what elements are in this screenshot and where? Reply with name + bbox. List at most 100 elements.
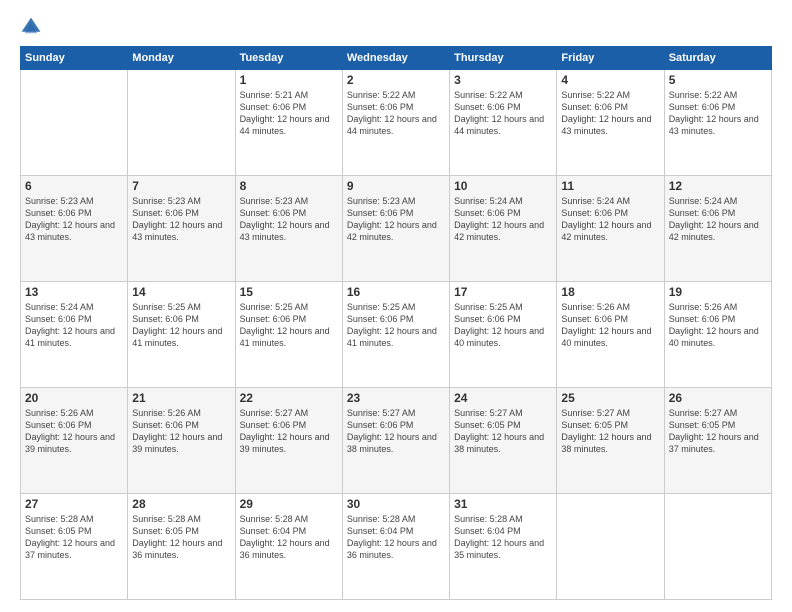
day-info: Sunrise: 5:28 AM Sunset: 6:05 PM Dayligh… [132, 513, 230, 562]
day-number: 27 [25, 497, 123, 511]
day-info: Sunrise: 5:26 AM Sunset: 6:06 PM Dayligh… [561, 301, 659, 350]
day-info: Sunrise: 5:28 AM Sunset: 6:05 PM Dayligh… [25, 513, 123, 562]
day-number: 29 [240, 497, 338, 511]
day-number: 4 [561, 73, 659, 87]
day-number: 7 [132, 179, 230, 193]
calendar-cell: 12 Sunrise: 5:24 AM Sunset: 6:06 PM Dayli… [664, 176, 771, 282]
weekday-saturday: Saturday [664, 47, 771, 70]
calendar-cell: 14 Sunrise: 5:25 AM Sunset: 6:06 PM Dayli… [128, 282, 235, 388]
day-number: 21 [132, 391, 230, 405]
day-info: Sunrise: 5:22 AM Sunset: 6:06 PM Dayligh… [561, 89, 659, 138]
day-number: 11 [561, 179, 659, 193]
calendar-cell: 5Sunrise: 5:22 AM Sunset: 6:06 PM Daylig… [664, 70, 771, 176]
calendar-cell: 6Sunrise: 5:23 AM Sunset: 6:06 PM Daylig… [21, 176, 128, 282]
calendar-cell: 2 Sunrise: 5:22 AM Sunset: 6:06 PM Daylig… [342, 70, 449, 176]
day-info: Sunrise: 5:23 AM Sunset: 6:06 PM Dayligh… [240, 195, 338, 244]
day-info: Sunrise: 5:25 AM Sunset: 6:06 PM Dayligh… [132, 301, 230, 350]
day-info: Sunrise: 5:27 AM Sunset: 6:06 PM Dayligh… [347, 407, 445, 456]
day-info: Sunrise: 5:27 AM Sunset: 6:05 PM Dayligh… [454, 407, 552, 456]
day-info: Sunrise: 5:22 AM Sunset: 6:06 PM Dayligh… [454, 89, 552, 138]
day-number: 12 [669, 179, 767, 193]
day-number: 30 [347, 497, 445, 511]
calendar-cell: 28 Sunrise: 5:28 AM Sunset: 6:05 PM Dayli… [128, 494, 235, 600]
calendar-cell [664, 494, 771, 600]
calendar-cell: 30 Sunrise: 5:28 AM Sunset: 6:04 PM Dayli… [342, 494, 449, 600]
day-number: 28 [132, 497, 230, 511]
day-info: Sunrise: 5:28 AM Sunset: 6:04 PM Dayligh… [454, 513, 552, 562]
calendar-cell: 10Sunrise: 5:24 AM Sunset: 6:06 PM Dayli… [450, 176, 557, 282]
calendar-cell: 31 Sunrise: 5:28 AM Sunset: 6:04 PM Dayli… [450, 494, 557, 600]
calendar-cell: 23Sunrise: 5:27 AM Sunset: 6:06 PM Dayli… [342, 388, 449, 494]
week-row-5: 27 Sunrise: 5:28 AM Sunset: 6:05 PM Dayli… [21, 494, 772, 600]
day-number: 18 [561, 285, 659, 299]
day-info: Sunrise: 5:25 AM Sunset: 6:06 PM Dayligh… [240, 301, 338, 350]
day-info: Sunrise: 5:22 AM Sunset: 6:06 PM Dayligh… [347, 89, 445, 138]
week-row-4: 20 Sunrise: 5:26 AM Sunset: 6:06 PM Dayli… [21, 388, 772, 494]
day-info: Sunrise: 5:23 AM Sunset: 6:06 PM Dayligh… [347, 195, 445, 244]
calendar-cell: 22 Sunrise: 5:27 AM Sunset: 6:06 PM Dayli… [235, 388, 342, 494]
weekday-header-row: SundayMondayTuesdayWednesdayThursdayFrid… [21, 47, 772, 70]
day-number: 1 [240, 73, 338, 87]
header [20, 16, 772, 38]
calendar-cell: 25Sunrise: 5:27 AM Sunset: 6:05 PM Dayli… [557, 388, 664, 494]
calendar-cell: 20 Sunrise: 5:26 AM Sunset: 6:06 PM Dayli… [21, 388, 128, 494]
calendar-cell: 17 Sunrise: 5:25 AM Sunset: 6:06 PM Dayli… [450, 282, 557, 388]
calendar-cell: 27 Sunrise: 5:28 AM Sunset: 6:05 PM Dayli… [21, 494, 128, 600]
day-number: 14 [132, 285, 230, 299]
day-number: 15 [240, 285, 338, 299]
day-number: 26 [669, 391, 767, 405]
day-number: 17 [454, 285, 552, 299]
calendar-cell: 18 Sunrise: 5:26 AM Sunset: 6:06 PM Dayli… [557, 282, 664, 388]
day-info: Sunrise: 5:23 AM Sunset: 6:06 PM Dayligh… [132, 195, 230, 244]
calendar-cell: 4 Sunrise: 5:22 AM Sunset: 6:06 PM Daylig… [557, 70, 664, 176]
day-info: Sunrise: 5:28 AM Sunset: 6:04 PM Dayligh… [347, 513, 445, 562]
day-info: Sunrise: 5:24 AM Sunset: 6:06 PM Dayligh… [25, 301, 123, 350]
calendar-cell [557, 494, 664, 600]
day-info: Sunrise: 5:23 AM Sunset: 6:06 PM Dayligh… [25, 195, 123, 244]
calendar-cell: 9 Sunrise: 5:23 AM Sunset: 6:06 PM Daylig… [342, 176, 449, 282]
weekday-friday: Friday [557, 47, 664, 70]
day-number: 10 [454, 179, 552, 193]
calendar-cell: 29Sunrise: 5:28 AM Sunset: 6:04 PM Dayli… [235, 494, 342, 600]
weekday-thursday: Thursday [450, 47, 557, 70]
calendar-cell: 8Sunrise: 5:23 AM Sunset: 6:06 PM Daylig… [235, 176, 342, 282]
page: SundayMondayTuesdayWednesdayThursdayFrid… [0, 0, 792, 612]
day-number: 31 [454, 497, 552, 511]
day-info: Sunrise: 5:27 AM Sunset: 6:05 PM Dayligh… [669, 407, 767, 456]
day-number: 2 [347, 73, 445, 87]
calendar-cell: 16Sunrise: 5:25 AM Sunset: 6:06 PM Dayli… [342, 282, 449, 388]
day-info: Sunrise: 5:26 AM Sunset: 6:06 PM Dayligh… [25, 407, 123, 456]
day-number: 5 [669, 73, 767, 87]
day-info: Sunrise: 5:24 AM Sunset: 6:06 PM Dayligh… [561, 195, 659, 244]
day-info: Sunrise: 5:25 AM Sunset: 6:06 PM Dayligh… [454, 301, 552, 350]
weekday-tuesday: Tuesday [235, 47, 342, 70]
day-number: 22 [240, 391, 338, 405]
calendar-cell [21, 70, 128, 176]
day-info: Sunrise: 5:26 AM Sunset: 6:06 PM Dayligh… [132, 407, 230, 456]
calendar-cell: 1Sunrise: 5:21 AM Sunset: 6:06 PM Daylig… [235, 70, 342, 176]
calendar-cell: 26 Sunrise: 5:27 AM Sunset: 6:05 PM Dayli… [664, 388, 771, 494]
calendar-cell: 24 Sunrise: 5:27 AM Sunset: 6:05 PM Dayli… [450, 388, 557, 494]
day-number: 24 [454, 391, 552, 405]
weekday-wednesday: Wednesday [342, 47, 449, 70]
weekday-sunday: Sunday [21, 47, 128, 70]
calendar-table: SundayMondayTuesdayWednesdayThursdayFrid… [20, 46, 772, 600]
calendar-cell: 15 Sunrise: 5:25 AM Sunset: 6:06 PM Dayli… [235, 282, 342, 388]
weekday-monday: Monday [128, 47, 235, 70]
week-row-2: 6Sunrise: 5:23 AM Sunset: 6:06 PM Daylig… [21, 176, 772, 282]
logo [20, 16, 46, 38]
week-row-3: 13Sunrise: 5:24 AM Sunset: 6:06 PM Dayli… [21, 282, 772, 388]
day-info: Sunrise: 5:27 AM Sunset: 6:06 PM Dayligh… [240, 407, 338, 456]
day-number: 3 [454, 73, 552, 87]
calendar-cell: 19Sunrise: 5:26 AM Sunset: 6:06 PM Dayli… [664, 282, 771, 388]
day-info: Sunrise: 5:24 AM Sunset: 6:06 PM Dayligh… [669, 195, 767, 244]
day-number: 19 [669, 285, 767, 299]
calendar-cell: 13Sunrise: 5:24 AM Sunset: 6:06 PM Dayli… [21, 282, 128, 388]
week-row-1: 1Sunrise: 5:21 AM Sunset: 6:06 PM Daylig… [21, 70, 772, 176]
calendar-cell: 21 Sunrise: 5:26 AM Sunset: 6:06 PM Dayli… [128, 388, 235, 494]
day-info: Sunrise: 5:27 AM Sunset: 6:05 PM Dayligh… [561, 407, 659, 456]
calendar-cell [128, 70, 235, 176]
day-number: 20 [25, 391, 123, 405]
day-number: 9 [347, 179, 445, 193]
logo-icon [20, 16, 42, 38]
